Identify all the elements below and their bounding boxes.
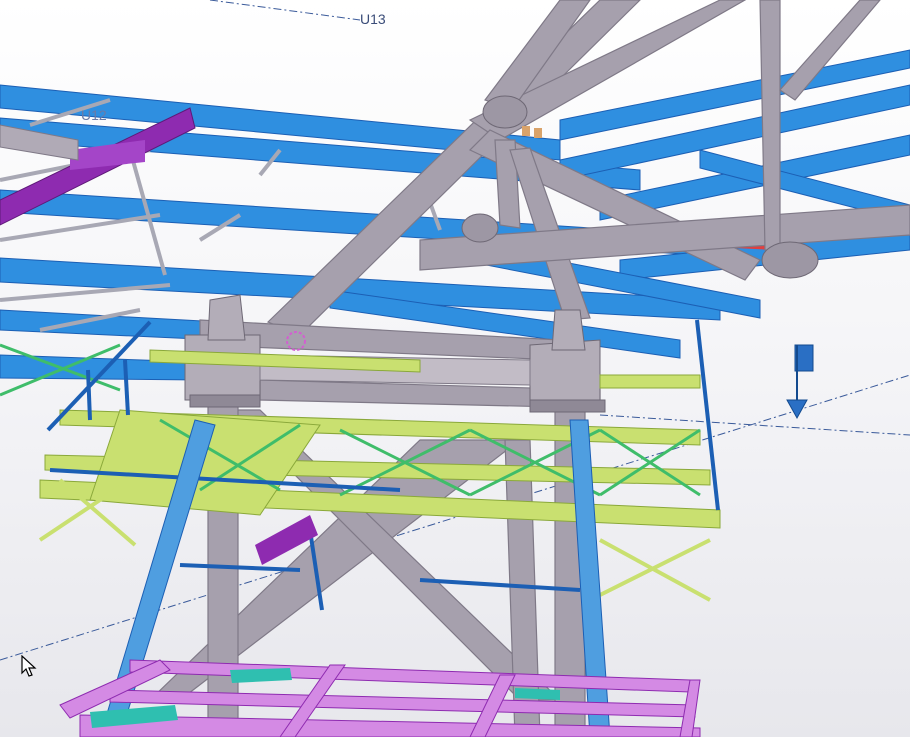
- blue-flag-arrow-icon[interactable]: [786, 344, 814, 420]
- grid-label-u12: U12: [81, 107, 107, 123]
- mouse-pointer-icon: [21, 654, 37, 682]
- bearing-left[interactable]: [184, 294, 261, 408]
- structure-model-scene[interactable]: [0, 0, 910, 737]
- grid-label-u13: U13: [360, 11, 386, 27]
- grid-line-u13: [209, 0, 361, 21]
- model-3d-viewport[interactable]: U13 U12: [0, 0, 910, 737]
